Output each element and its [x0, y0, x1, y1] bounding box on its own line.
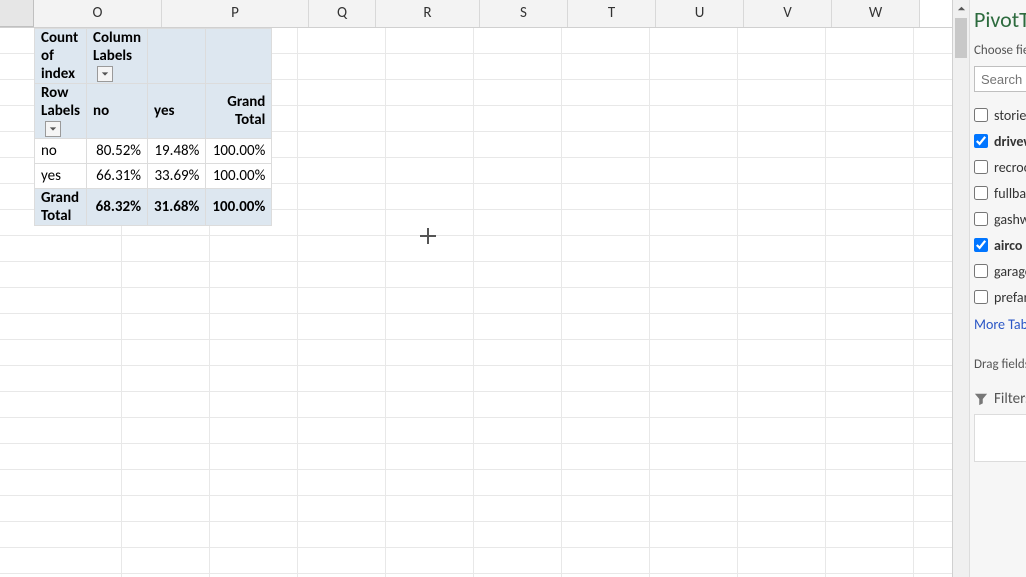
pivot-column-labels-text: Column Labels: [93, 29, 141, 65]
filters-area-header: Filters: [974, 390, 1026, 408]
field-checkbox[interactable]: [974, 212, 988, 226]
column-header[interactable]: W: [832, 0, 920, 27]
pivot-cell[interactable]: 68.32%: [87, 189, 148, 226]
field-label: airco: [994, 237, 1022, 254]
table-row[interactable]: yes 66.31% 33.69% 100.00%: [35, 164, 272, 189]
pivot-cell[interactable]: 66.31%: [87, 164, 148, 189]
pivot-cell[interactable]: 19.48%: [148, 139, 206, 164]
column-header[interactable]: T: [568, 0, 656, 27]
column-header[interactable]: R: [376, 0, 480, 27]
chevron-down-icon: [101, 70, 109, 78]
cell-cursor-icon: [420, 228, 436, 244]
field-label: garagepl: [994, 263, 1026, 280]
pivot-table[interactable]: Count of index Column Labels Row Label: [34, 28, 272, 226]
column-header[interactable]: P: [162, 0, 309, 27]
field-item-stories[interactable]: stories: [974, 104, 1026, 126]
chevron-up-icon: [957, 4, 966, 13]
field-item-airco[interactable]: airco: [974, 234, 1026, 256]
field-checkbox[interactable]: [974, 264, 988, 278]
pivot-cell[interactable]: 80.52%: [87, 139, 148, 164]
select-all-corner[interactable]: [0, 0, 34, 27]
pivot-corner[interactable]: Count of index: [35, 29, 87, 84]
pivot-cell[interactable]: 100.00%: [206, 139, 272, 164]
field-label: fullbase: [994, 185, 1026, 202]
field-label: stories: [994, 107, 1026, 124]
column-labels-dropdown[interactable]: [97, 66, 113, 82]
table-row[interactable]: no 80.52% 19.48% 100.00%: [35, 139, 272, 164]
drag-instructions: Drag fields between areas below:: [974, 357, 1026, 372]
field-checkbox[interactable]: [974, 290, 988, 304]
column-header[interactable]: S: [480, 0, 568, 27]
column-header[interactable]: U: [656, 0, 744, 27]
field-checkbox[interactable]: [974, 108, 988, 122]
scroll-thumb[interactable]: [955, 18, 967, 58]
column-header-row: OPQRSTUVW: [0, 0, 952, 28]
filters-dropzone[interactable]: [974, 414, 1026, 462]
column-header[interactable]: V: [744, 0, 832, 27]
pivot-cell[interactable]: 31.68%: [148, 189, 206, 226]
column-header[interactable]: O: [34, 0, 162, 27]
field-item-recroom[interactable]: recroom: [974, 156, 1026, 178]
pivot-column-labels-header[interactable]: Column Labels: [87, 29, 148, 84]
column-header[interactable]: Q: [309, 0, 376, 27]
field-item-fullbase[interactable]: fullbase: [974, 182, 1026, 204]
field-label: driveway: [994, 133, 1026, 150]
panel-subtitle: Choose fields to add to report:: [974, 43, 1026, 58]
field-label: recroom: [994, 159, 1026, 176]
field-item-gashw[interactable]: gashw: [974, 208, 1026, 230]
grid[interactable]: Count of index Column Labels Row Label: [0, 28, 952, 577]
pivot-col-header[interactable]: yes: [148, 84, 206, 139]
chevron-down-icon: [49, 125, 57, 133]
field-item-prefarea[interactable]: prefarea: [974, 286, 1026, 308]
field-label: prefarea: [994, 289, 1026, 306]
pivot-col-header[interactable]: Grand Total: [206, 84, 272, 139]
field-checkbox[interactable]: [974, 134, 988, 148]
row-labels-dropdown[interactable]: [45, 121, 61, 137]
pivot-grand-total-label[interactable]: Grand Total: [35, 189, 87, 226]
field-list[interactable]: stories driveway recroom fullbase gashw airco…: [974, 104, 1026, 308]
pivot-row-labels-text: Row Labels: [41, 84, 80, 120]
pivot-header-spacer: [148, 29, 206, 84]
field-item-garagepl[interactable]: garagepl: [974, 260, 1026, 282]
pivot-header-spacer: [206, 29, 272, 84]
table-row[interactable]: Grand Total 68.32% 31.68% 100.00%: [35, 189, 272, 226]
filter-icon: [974, 392, 988, 406]
field-item-driveway[interactable]: driveway: [974, 130, 1026, 152]
field-checkbox[interactable]: [974, 238, 988, 252]
pivot-cell[interactable]: 100.00%: [206, 189, 272, 226]
worksheet[interactable]: OPQRSTUVW Count of index Column Labels: [0, 0, 952, 577]
vertical-scrollbar[interactable]: [952, 0, 969, 577]
pivot-cell[interactable]: 33.69%: [148, 164, 206, 189]
pivot-cell[interactable]: 100.00%: [206, 164, 272, 189]
pivot-col-header[interactable]: no: [87, 84, 148, 139]
pivot-row-label[interactable]: no: [35, 139, 87, 164]
pivot-fields-panel[interactable]: PivotTable Fields Choose fields to add t…: [969, 0, 1026, 577]
filters-label: Filters: [994, 390, 1026, 408]
pivot-row-label[interactable]: yes: [35, 164, 87, 189]
search-input[interactable]: [974, 66, 1026, 92]
field-checkbox[interactable]: [974, 186, 988, 200]
field-checkbox[interactable]: [974, 160, 988, 174]
more-tables-link[interactable]: More Tables...: [974, 316, 1026, 333]
field-label: gashw: [994, 211, 1026, 228]
pivot-row-labels-header[interactable]: Row Labels: [35, 84, 87, 139]
panel-title: PivotTable Fields: [974, 6, 1026, 33]
scroll-up-button[interactable]: [953, 0, 970, 17]
